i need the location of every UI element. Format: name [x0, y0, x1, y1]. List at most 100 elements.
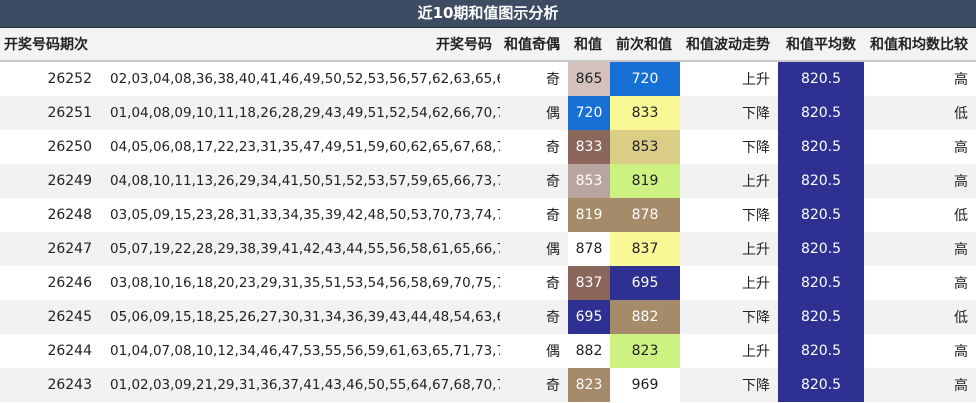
trend-cell: 上升 [680, 334, 778, 368]
parity-cell: 偶 [500, 334, 568, 368]
col-header-period: 开奖号码期次 [0, 28, 100, 62]
average-cell: 820.5 [778, 368, 864, 402]
period-cell: 26243 [0, 368, 100, 402]
table-row: 26243 01,02,03,09,21,29,31,36,37,41,43,46… [0, 368, 976, 402]
compare-cell: 高 [864, 368, 976, 402]
table-row: 26252 02,03,04,08,36,38,40,41,46,49,50,52… [0, 61, 976, 96]
sum-cell: 720 [568, 96, 610, 130]
numbers-cell: 01,04,07,08,10,12,34,46,47,53,55,56,59,6… [100, 334, 500, 368]
compare-cell: 高 [864, 266, 976, 300]
average-cell: 820.5 [778, 334, 864, 368]
parity-cell: 奇 [500, 300, 568, 334]
parity-cell: 偶 [500, 232, 568, 266]
sum-analysis-table: 开奖号码期次 开奖号码 和值奇偶 和值 前次和值 和值波动走势 和值平均数 和值… [0, 28, 976, 402]
period-cell: 26252 [0, 61, 100, 96]
table-row: 26247 05,07,19,22,28,29,38,39,41,42,43,44… [0, 232, 976, 266]
parity-cell: 奇 [500, 266, 568, 300]
table-row: 26244 01,04,07,08,10,12,34,46,47,53,55,56… [0, 334, 976, 368]
trend-cell: 下降 [680, 96, 778, 130]
numbers-cell: 04,08,10,11,13,26,29,34,41,50,51,52,53,5… [100, 164, 500, 198]
table-title: 近10期和值图示分析 [0, 0, 976, 28]
trend-cell: 下降 [680, 368, 778, 402]
col-header-average: 和值平均数 [778, 28, 864, 62]
compare-cell: 高 [864, 61, 976, 96]
compare-cell: 低 [864, 198, 976, 232]
prev-sum-cell: 720 [610, 61, 680, 96]
prev-sum-cell: 837 [610, 232, 680, 266]
prev-sum-cell: 969 [610, 368, 680, 402]
sum-cell: 865 [568, 61, 610, 96]
compare-cell: 高 [864, 334, 976, 368]
col-header-numbers: 开奖号码 [100, 28, 500, 62]
period-cell: 26247 [0, 232, 100, 266]
period-cell: 26249 [0, 164, 100, 198]
col-header-trend: 和值波动走势 [680, 28, 778, 62]
sum-cell: 837 [568, 266, 610, 300]
table-row: 26250 04,05,06,08,17,22,23,31,35,47,49,51… [0, 130, 976, 164]
numbers-cell: 01,02,03,09,21,29,31,36,37,41,43,46,50,5… [100, 368, 500, 402]
col-header-parity: 和值奇偶 [500, 28, 568, 62]
compare-cell: 高 [864, 232, 976, 266]
numbers-cell: 05,07,19,22,28,29,38,39,41,42,43,44,55,5… [100, 232, 500, 266]
table-row: 26249 04,08,10,11,13,26,29,34,41,50,51,52… [0, 164, 976, 198]
average-cell: 820.5 [778, 130, 864, 164]
average-cell: 820.5 [778, 300, 864, 334]
trend-cell: 上升 [680, 61, 778, 96]
sum-cell: 695 [568, 300, 610, 334]
average-cell: 820.5 [778, 164, 864, 198]
compare-cell: 低 [864, 96, 976, 130]
sum-cell: 878 [568, 232, 610, 266]
prev-sum-cell: 823 [610, 334, 680, 368]
prev-sum-cell: 819 [610, 164, 680, 198]
prev-sum-cell: 878 [610, 198, 680, 232]
parity-cell: 偶 [500, 96, 568, 130]
average-cell: 820.5 [778, 198, 864, 232]
table-row: 26245 05,06,09,15,18,25,26,27,30,31,34,36… [0, 300, 976, 334]
prev-sum-cell: 882 [610, 300, 680, 334]
trend-cell: 上升 [680, 164, 778, 198]
sum-cell: 882 [568, 334, 610, 368]
trend-cell: 上升 [680, 266, 778, 300]
trend-cell: 下降 [680, 300, 778, 334]
trend-cell: 下降 [680, 130, 778, 164]
average-cell: 820.5 [778, 96, 864, 130]
period-cell: 26250 [0, 130, 100, 164]
col-header-sum: 和值 [568, 28, 610, 62]
col-header-prev-sum: 前次和值 [610, 28, 680, 62]
parity-cell: 奇 [500, 198, 568, 232]
trend-cell: 上升 [680, 232, 778, 266]
period-cell: 26244 [0, 334, 100, 368]
sum-cell: 833 [568, 130, 610, 164]
sum-cell: 853 [568, 164, 610, 198]
period-cell: 26248 [0, 198, 100, 232]
numbers-cell: 01,04,08,09,10,11,18,26,28,29,43,49,51,5… [100, 96, 500, 130]
prev-sum-cell: 695 [610, 266, 680, 300]
parity-cell: 奇 [500, 368, 568, 402]
prev-sum-cell: 833 [610, 96, 680, 130]
period-cell: 26251 [0, 96, 100, 130]
sum-cell: 823 [568, 368, 610, 402]
prev-sum-cell: 853 [610, 130, 680, 164]
numbers-cell: 05,06,09,15,18,25,26,27,30,31,34,36,39,4… [100, 300, 500, 334]
col-header-compare: 和值和均数比较 [864, 28, 976, 62]
average-cell: 820.5 [778, 61, 864, 96]
compare-cell: 高 [864, 164, 976, 198]
compare-cell: 高 [864, 130, 976, 164]
numbers-cell: 03,05,09,15,23,28,31,33,34,35,39,42,48,5… [100, 198, 500, 232]
period-cell: 26245 [0, 300, 100, 334]
average-cell: 820.5 [778, 232, 864, 266]
numbers-cell: 03,08,10,16,18,20,23,29,31,35,51,53,54,5… [100, 266, 500, 300]
parity-cell: 奇 [500, 164, 568, 198]
table-row: 26246 03,08,10,16,18,20,23,29,31,35,51,53… [0, 266, 976, 300]
table-header-row: 开奖号码期次 开奖号码 和值奇偶 和值 前次和值 和值波动走势 和值平均数 和值… [0, 28, 976, 62]
parity-cell: 奇 [500, 130, 568, 164]
compare-cell: 低 [864, 300, 976, 334]
period-cell: 26246 [0, 266, 100, 300]
sum-cell: 819 [568, 198, 610, 232]
parity-cell: 奇 [500, 61, 568, 96]
table-row: 26248 03,05,09,15,23,28,31,33,34,35,39,42… [0, 198, 976, 232]
trend-cell: 下降 [680, 198, 778, 232]
numbers-cell: 04,05,06,08,17,22,23,31,35,47,49,51,59,6… [100, 130, 500, 164]
average-cell: 820.5 [778, 266, 864, 300]
table-row: 26251 01,04,08,09,10,11,18,26,28,29,43,49… [0, 96, 976, 130]
